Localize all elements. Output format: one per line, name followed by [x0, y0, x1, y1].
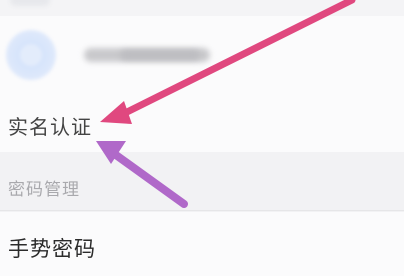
annotation-arrows — [96, 0, 356, 208]
pink-arrow-icon — [100, 0, 356, 124]
purple-arrow-icon — [96, 141, 188, 208]
